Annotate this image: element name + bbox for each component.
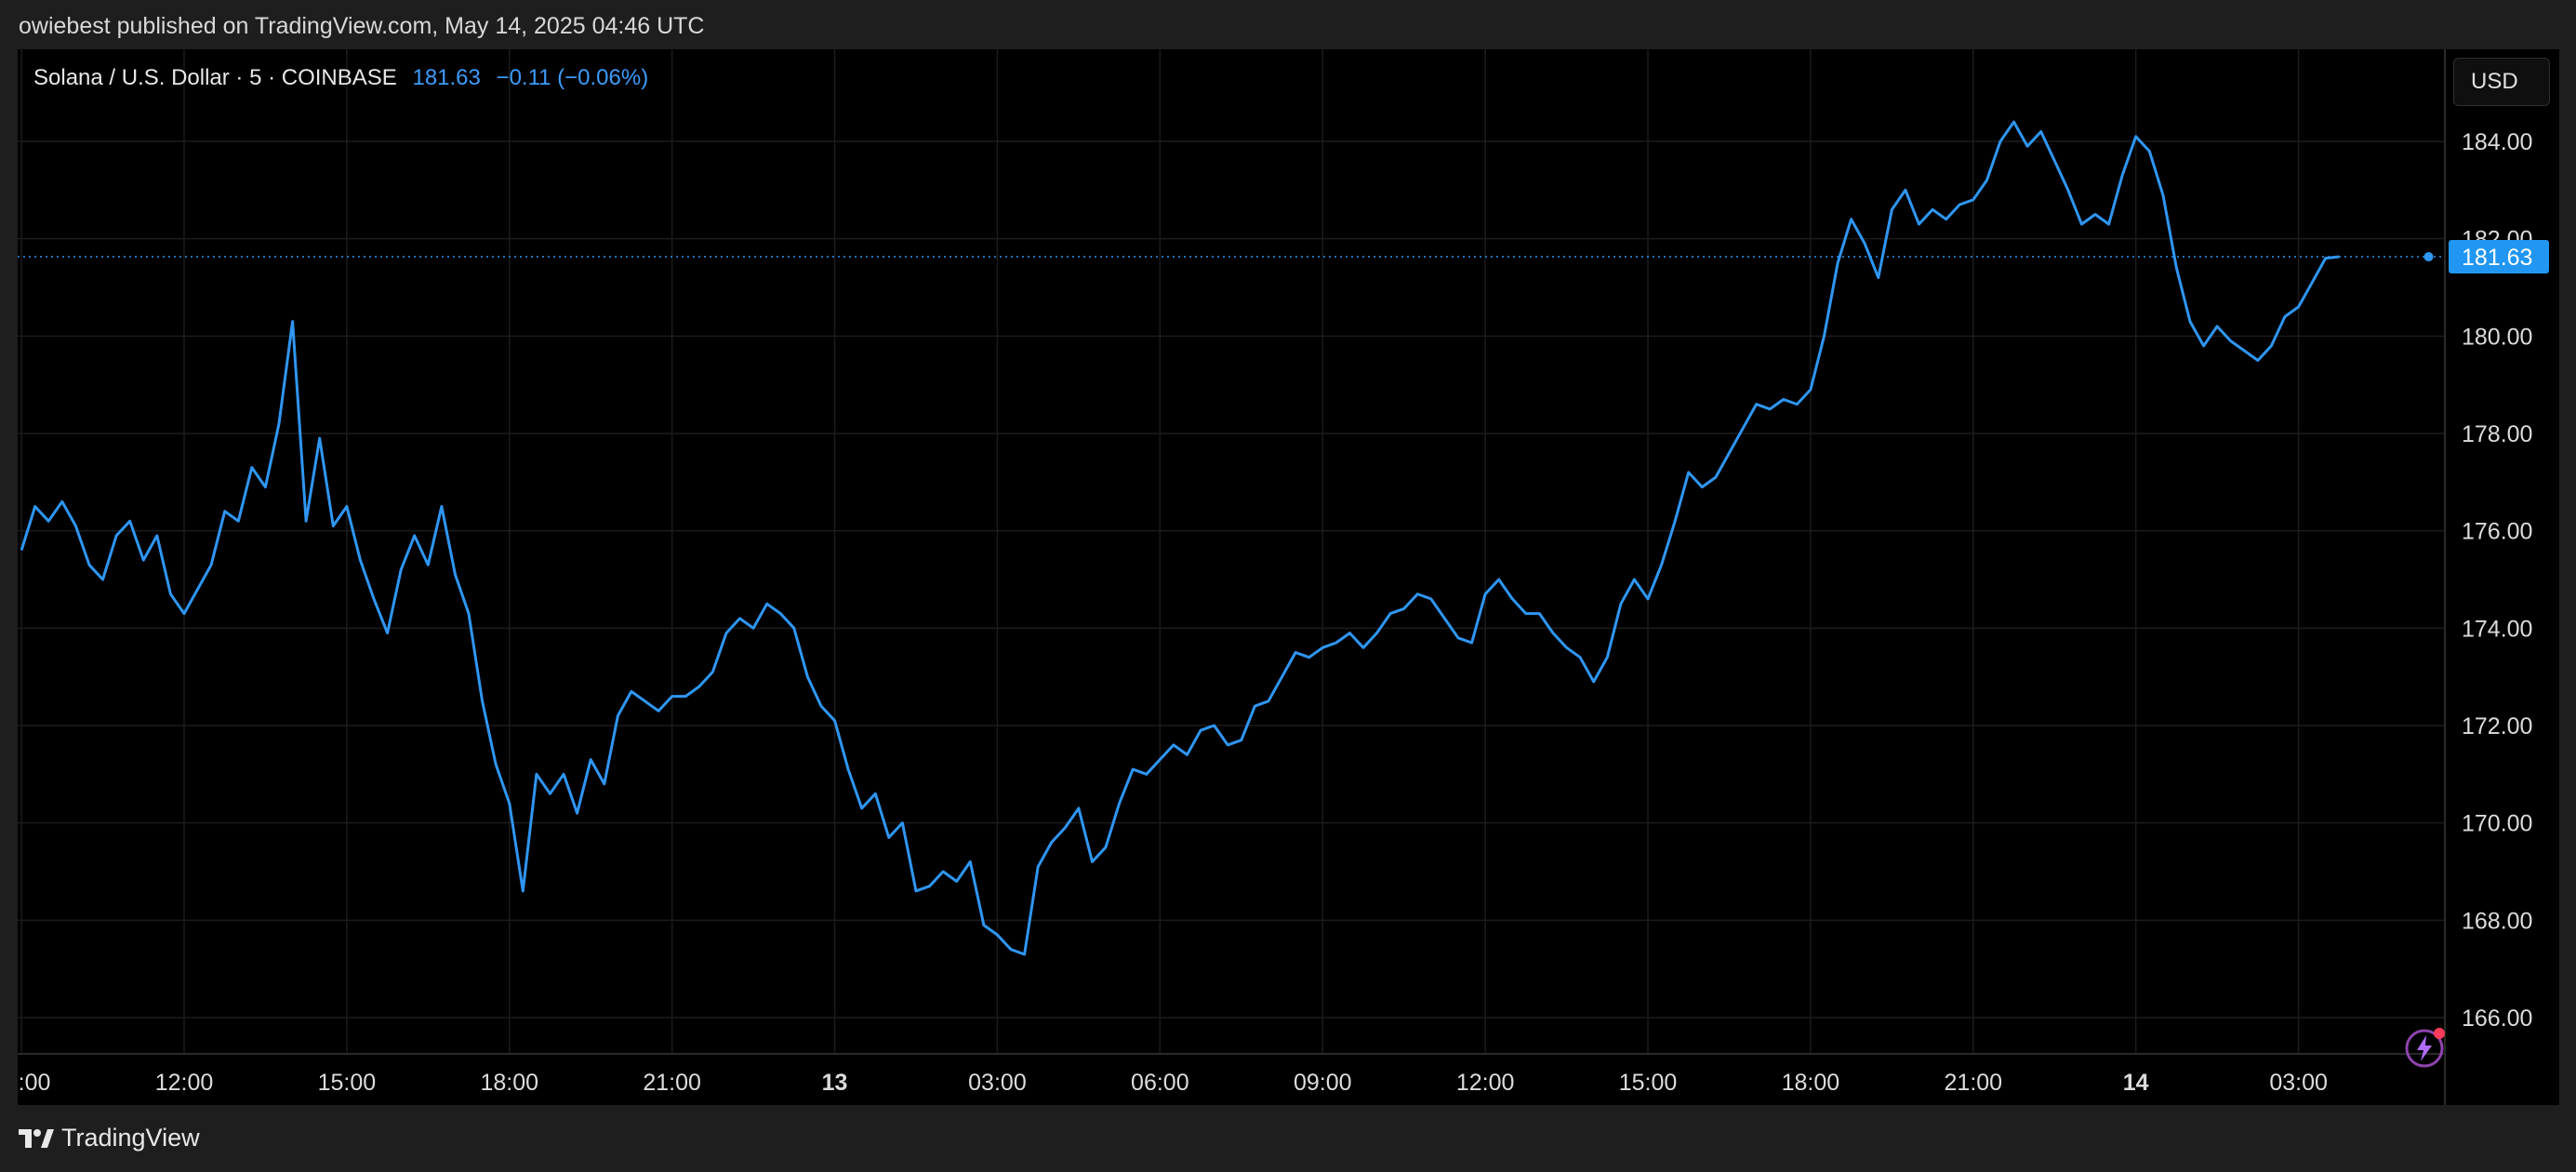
- price-chart[interactable]: 166.00 168.00 170.00 172.00 174.00 176.00 178.…: [18, 49, 2559, 1105]
- x-tick-label: 15:00: [318, 1070, 377, 1096]
- price-series-line: [21, 122, 2339, 954]
- legend-price: 181.63: [412, 65, 480, 90]
- footer-brand[interactable]: TradingView: [19, 1124, 200, 1152]
- brand-label: TradingView: [61, 1124, 200, 1152]
- x-axis[interactable]: 09:00 12:00 15:00 18:00 21:00 13 03:00 06:00 09:…: [18, 1054, 2445, 1096]
- series-layer: [18, 122, 2445, 954]
- tradingview-logo-icon: [19, 1127, 54, 1150]
- x-tick-label: 03:00: [2269, 1070, 2328, 1096]
- x-tick-label: 06:00: [1131, 1070, 1189, 1096]
- legend-change: −0.11 (−0.06%): [497, 65, 649, 90]
- current-price-label: 181.63: [2462, 245, 2532, 271]
- y-tick-label: 180.00: [2462, 324, 2532, 350]
- x-tick-label: 12:00: [155, 1070, 214, 1096]
- x-tick-label: 14: [2123, 1070, 2149, 1096]
- x-tick-label: 21:00: [1945, 1070, 2003, 1096]
- symbol-legend: Solana / U.S. Dollar · 5 · COINBASE 181.…: [33, 65, 648, 91]
- y-tick-label: 172.00: [2462, 713, 2532, 739]
- y-tick-label: 166.00: [2462, 1006, 2532, 1032]
- y-tick-label: 170.00: [2462, 811, 2532, 837]
- chart-area[interactable]: 166.00 168.00 170.00 172.00 174.00 176.00 178.…: [18, 49, 2559, 1105]
- y-tick-label: 176.00: [2462, 519, 2532, 545]
- x-tick-label: 12:00: [1456, 1070, 1515, 1096]
- x-tick-label: 21:00: [643, 1070, 701, 1096]
- lightning-icon[interactable]: [2407, 1028, 2445, 1066]
- grid: [18, 49, 2445, 1054]
- x-tick-label: 03:00: [968, 1070, 1027, 1096]
- y-tick-label: 174.00: [2462, 616, 2532, 642]
- publish-info: owiebest published on TradingView.com, M…: [19, 13, 704, 40]
- symbol-name: Solana / U.S. Dollar · 5 · COINBASE: [33, 65, 397, 90]
- x-tick-label: 18:00: [480, 1070, 538, 1096]
- y-tick-label: 178.00: [2462, 421, 2532, 447]
- x-tick-label: 18:00: [1782, 1070, 1840, 1096]
- x-tick-label: 09:00: [18, 1070, 50, 1096]
- currency-button[interactable]: USD: [2453, 58, 2550, 106]
- y-tick-label: 184.00: [2462, 129, 2532, 155]
- y-axis[interactable]: 166.00 168.00 170.00 172.00 174.00 176.00 178.…: [2445, 49, 2549, 1105]
- x-tick-label: 09:00: [1294, 1070, 1352, 1096]
- last-price-dot: [2424, 252, 2434, 261]
- x-tick-label: 15:00: [1619, 1070, 1678, 1096]
- y-tick-label: 168.00: [2462, 908, 2532, 934]
- x-tick-label: 13: [822, 1070, 848, 1096]
